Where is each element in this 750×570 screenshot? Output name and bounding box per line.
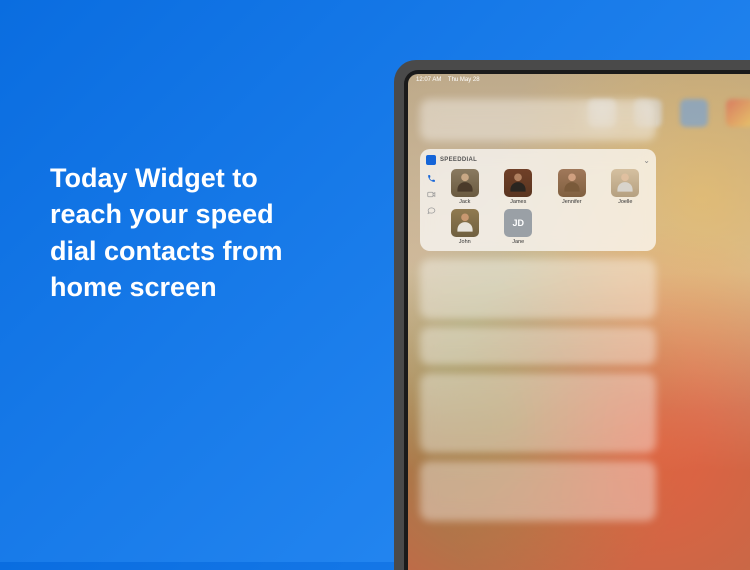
widget-blurred[interactable]: [420, 461, 656, 521]
contact-label: Joelle: [618, 199, 632, 205]
video-icon[interactable]: [426, 189, 436, 199]
contact-label: Jennifer: [562, 199, 582, 205]
message-icon[interactable]: [426, 205, 436, 215]
avatar: [451, 169, 479, 197]
speeddial-app-icon: [426, 155, 436, 165]
chevron-down-icon[interactable]: ⌄: [643, 156, 650, 165]
widget-blurred[interactable]: [420, 259, 656, 319]
status-time: 12:07 AM: [416, 77, 441, 83]
speeddial-widget: SPEEDDIAL ⌄: [420, 149, 656, 251]
contact-label: Jack: [459, 199, 470, 205]
app-icon-blurred[interactable]: [726, 99, 750, 127]
contacts-grid: Jack James Jennifer: [440, 169, 650, 245]
widget-blurred[interactable]: [420, 327, 656, 365]
contact-jane[interactable]: JD Jane: [494, 209, 544, 245]
avatar-initials: JD: [504, 209, 532, 237]
widget-blurred[interactable]: [420, 99, 656, 141]
widget-title: SPEEDDIAL: [440, 157, 477, 163]
marketing-headline: Today Widget to reach your speed dial co…: [50, 160, 310, 306]
tablet-device-frame: 12:07 AM Thu May 28 SPEEDDIAL ⌄: [394, 60, 750, 570]
tablet-bezel: 12:07 AM Thu May 28 SPEEDDIAL ⌄: [404, 70, 750, 570]
contact-label: John: [459, 239, 471, 245]
widget-action-rail: [426, 169, 436, 245]
contact-james[interactable]: James: [494, 169, 544, 205]
today-widgets-column: SPEEDDIAL ⌄: [420, 99, 656, 521]
contact-label: Jane: [512, 239, 524, 245]
contact-joelle[interactable]: Joelle: [601, 169, 651, 205]
widget-header: SPEEDDIAL ⌄: [426, 155, 650, 165]
avatar: [504, 169, 532, 197]
contact-john[interactable]: John: [440, 209, 490, 245]
status-date: Thu May 28: [448, 77, 480, 83]
contact-label: James: [510, 199, 526, 205]
contact-jennifer[interactable]: Jennifer: [547, 169, 597, 205]
app-icon-blurred[interactable]: [680, 99, 708, 127]
widget-blurred[interactable]: [420, 373, 656, 453]
status-bar: 12:07 AM Thu May 28: [416, 77, 480, 83]
avatar: [558, 169, 586, 197]
avatar: [451, 209, 479, 237]
contact-jack[interactable]: Jack: [440, 169, 490, 205]
widget-body: Jack James Jennifer: [426, 169, 650, 245]
tablet-screen: 12:07 AM Thu May 28 SPEEDDIAL ⌄: [408, 74, 750, 570]
avatar: [611, 169, 639, 197]
phone-icon[interactable]: [426, 173, 436, 183]
